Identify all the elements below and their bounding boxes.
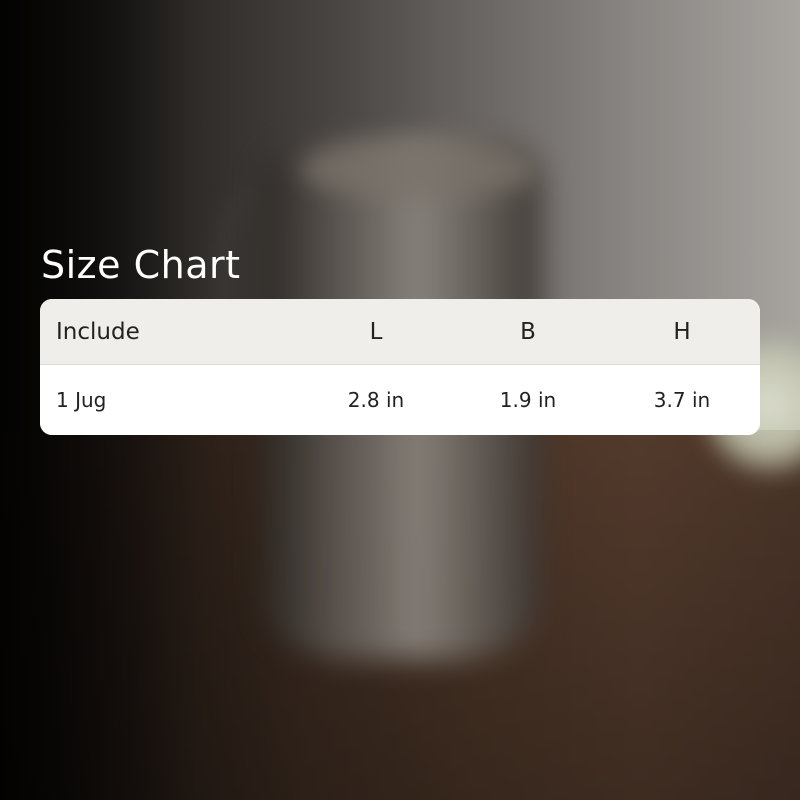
table-header-row: Include L B H [40, 299, 760, 365]
header-length: L [369, 318, 383, 345]
jug-rim-shape [300, 140, 540, 200]
cell-breadth: 1.9 in [499, 388, 557, 412]
header-include: Include [56, 318, 140, 345]
size-chart-title: Size Chart [41, 243, 241, 287]
cell-height: 3.7 in [653, 388, 711, 412]
size-table: Include L B H 1 Jug 2.8 in 1.9 in 3.7 in [40, 299, 760, 435]
header-height: H [673, 318, 691, 345]
cell-include: 1 Jug [56, 388, 107, 412]
table-row: 1 Jug 2.8 in 1.9 in 3.7 in [40, 365, 760, 435]
header-breadth: B [520, 318, 536, 345]
cell-length: 2.8 in [347, 388, 405, 412]
